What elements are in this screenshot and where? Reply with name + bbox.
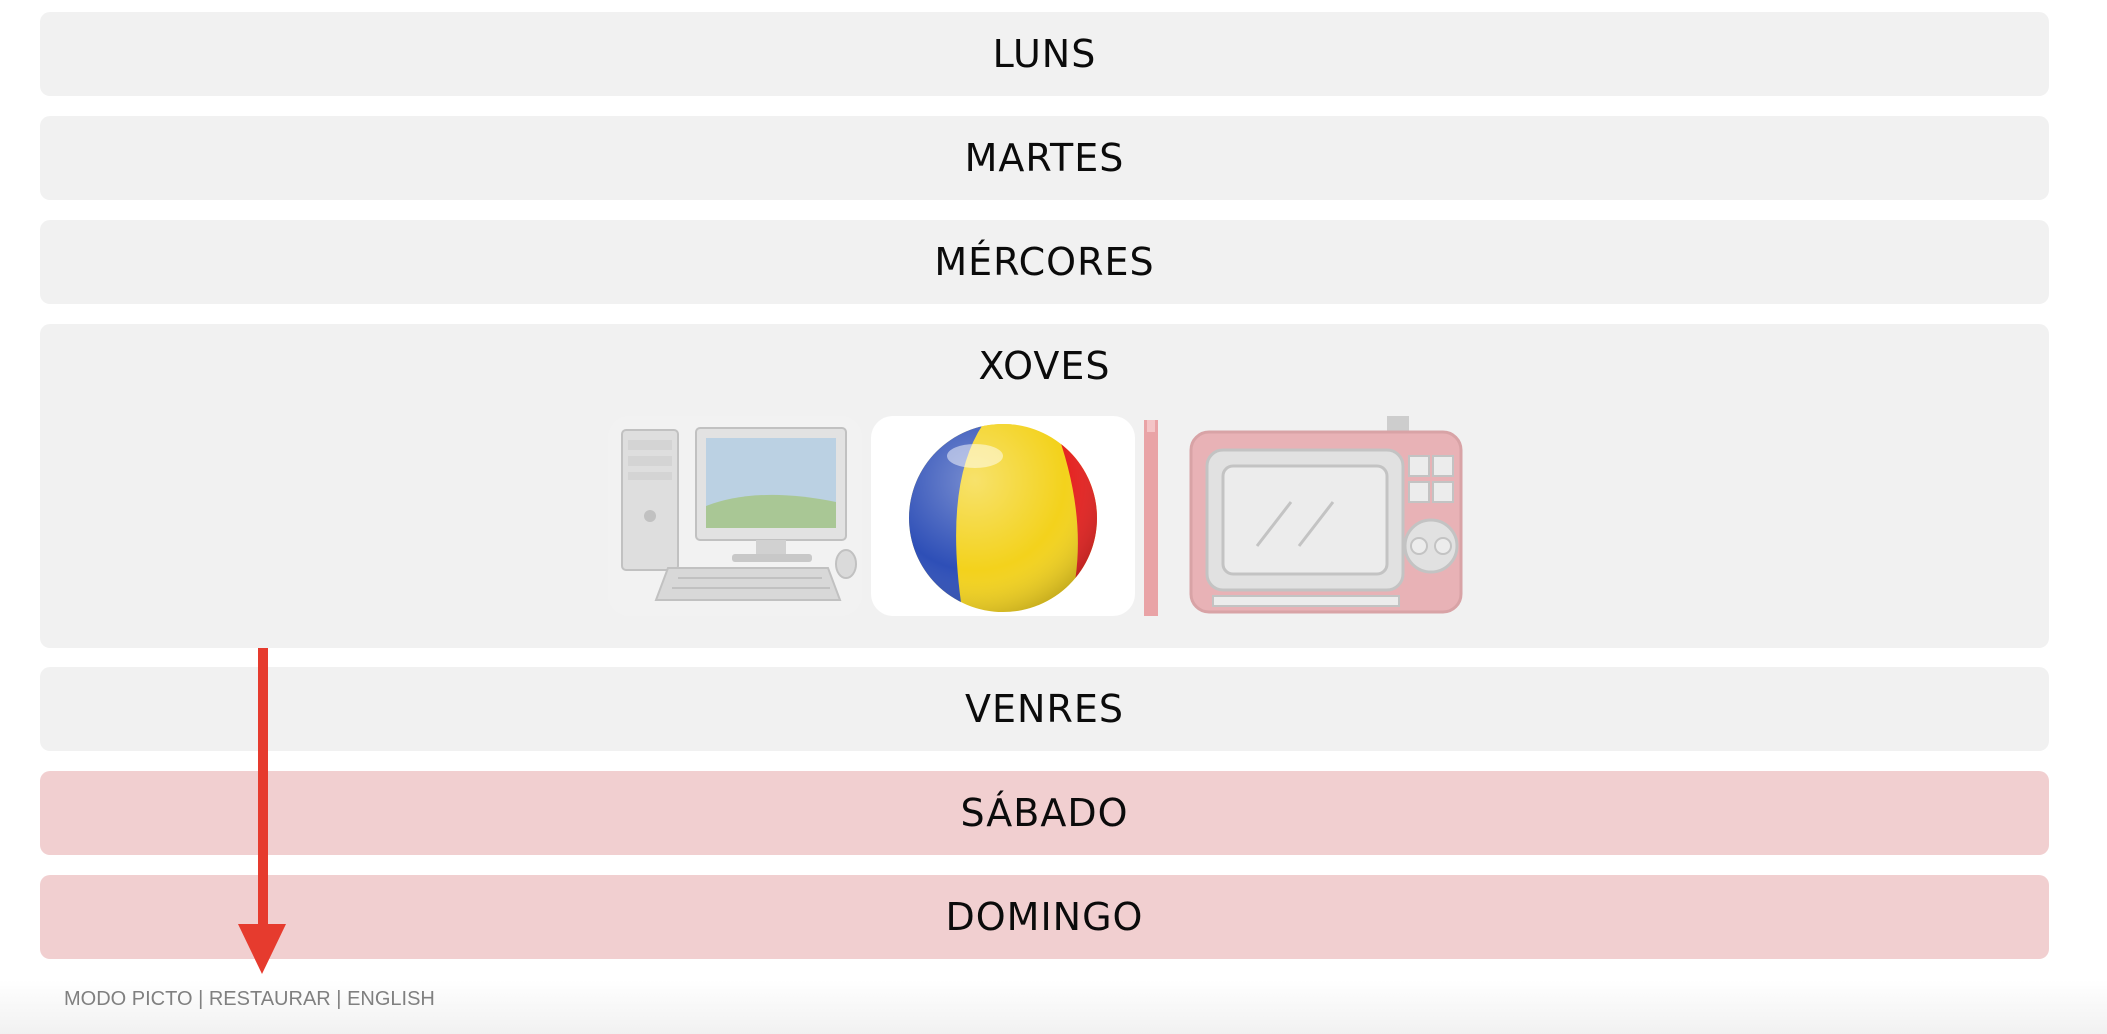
playback-divider: [1144, 420, 1158, 616]
footer-links: MODO PICTO | RESTAURAR | ENGLISH: [64, 988, 435, 1011]
day-row-friday[interactable]: VENRES: [40, 667, 2049, 751]
day-label-sunday: DOMINGO: [945, 895, 1144, 939]
weekly-schedule-page: LUNS MARTES MÉRCORES XOVES VENRES SÁBADO…: [0, 0, 2107, 1034]
day-row-tuesday[interactable]: MARTES: [40, 116, 2049, 200]
computer-icon[interactable]: [608, 416, 862, 616]
footer-separator: |: [198, 988, 204, 1010]
english-link[interactable]: ENGLISH: [347, 988, 435, 1010]
day-label-saturday: SÁBADO: [960, 791, 1129, 835]
day-label-friday: VENRES: [965, 687, 1124, 731]
picto-mode-link[interactable]: MODO PICTO: [64, 988, 193, 1010]
restore-link[interactable]: RESTAURAR: [209, 988, 331, 1010]
day-row-thursday[interactable]: XOVES: [40, 324, 2049, 648]
day-row-monday[interactable]: LUNS: [40, 12, 2049, 96]
beach-ball-icon[interactable]: [871, 416, 1135, 616]
day-row-sunday[interactable]: DOMINGO: [40, 875, 2049, 959]
day-label-wednesday: MÉRCORES: [934, 240, 1155, 284]
day-row-wednesday[interactable]: MÉRCORES: [40, 220, 2049, 304]
day-row-saturday[interactable]: SÁBADO: [40, 771, 2049, 855]
day-label-thursday: XOVES: [978, 344, 1111, 388]
day-label-monday: LUNS: [992, 32, 1097, 76]
footer-separator: |: [336, 988, 342, 1010]
tv-icon[interactable]: [1187, 416, 1465, 616]
day-label-tuesday: MARTES: [964, 136, 1125, 180]
